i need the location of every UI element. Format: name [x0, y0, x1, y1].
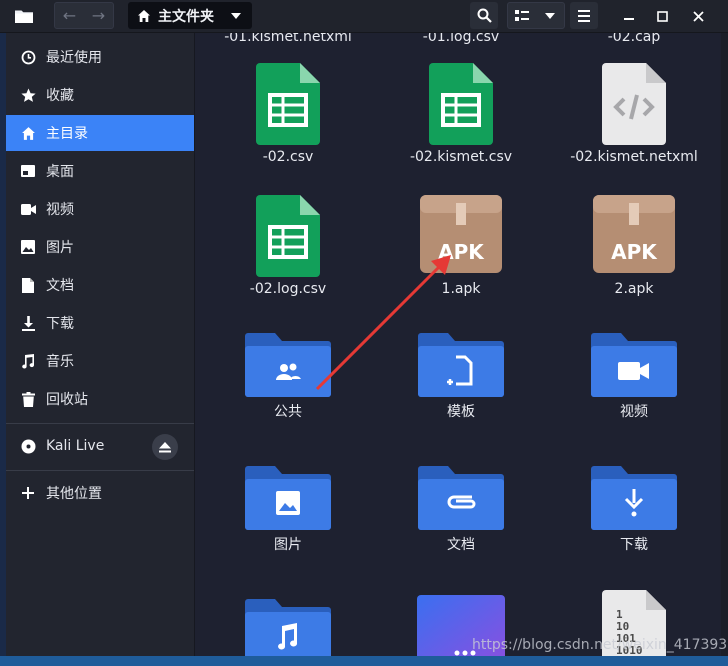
plus-icon: [20, 487, 36, 499]
sidebar-item-label: 文档: [46, 278, 74, 294]
star-icon: [20, 88, 36, 103]
clock-icon: [20, 50, 36, 65]
eject-icon[interactable]: [152, 434, 178, 460]
folder-icon[interactable]: [6, 2, 42, 29]
nav-group: ← →: [54, 2, 114, 29]
forward-arrow-icon[interactable]: →: [84, 3, 113, 28]
sidebar-item-starred[interactable]: 收藏: [6, 77, 194, 113]
annotation-arrow: [315, 255, 451, 391]
disc-icon: [20, 439, 36, 454]
chevron-down-icon[interactable]: [536, 3, 564, 28]
sidebar-item-other-locations[interactable]: 其他位置: [6, 475, 194, 511]
sidebar-item-label: 回收站: [46, 392, 88, 408]
list-view-icon[interactable]: [508, 3, 536, 28]
sidebar-item-label: 图片: [46, 240, 74, 256]
video-icon: [20, 203, 36, 215]
sidebar-item-documents[interactable]: 文档: [6, 267, 194, 303]
download-icon: [20, 315, 36, 331]
menu-button[interactable]: [570, 2, 598, 29]
view-options: [507, 2, 565, 29]
sidebar-item-label: 其他位置: [46, 486, 102, 502]
sidebar-item-label: 桌面: [46, 164, 74, 180]
file-grid: -01.kismet.netxml -01.log.csv -02.cap -0…: [195, 33, 721, 656]
path-button[interactable]: 主文件夹: [128, 2, 252, 29]
home-icon: [20, 126, 36, 141]
sidebar-item-trash[interactable]: 回收站: [6, 381, 194, 417]
home-icon: [138, 9, 150, 22]
sidebar-item-home[interactable]: 主目录: [6, 115, 194, 151]
path-label: 主文件夹: [158, 8, 214, 25]
image-icon: [20, 240, 36, 254]
sidebar-separator: [6, 470, 194, 471]
sidebar-item-label: 视频: [46, 202, 74, 218]
sidebar-item-recent[interactable]: 最近使用: [6, 39, 194, 75]
sidebar-item-pictures[interactable]: 图片: [6, 229, 194, 265]
maximize-icon[interactable]: [650, 4, 674, 28]
sidebar-item-label: 下载: [46, 316, 74, 332]
music-icon: [20, 353, 36, 369]
sidebar-item-downloads[interactable]: 下载: [6, 305, 194, 341]
sidebar-item-label: 收藏: [46, 88, 74, 104]
sidebar-separator: [6, 423, 194, 424]
scrollbar[interactable]: [721, 33, 728, 666]
sidebar-item-music[interactable]: 音乐: [6, 343, 194, 379]
menu-icon: [578, 9, 590, 22]
close-icon[interactable]: [686, 4, 710, 28]
header-bar: ← → 主文件夹: [0, 0, 728, 33]
search-button[interactable]: [470, 2, 498, 29]
sidebar-item-videos[interactable]: 视频: [6, 191, 194, 227]
back-arrow-icon[interactable]: ←: [55, 3, 84, 28]
sidebar-item-desktop[interactable]: 桌面: [6, 153, 194, 189]
search-icon: [477, 8, 492, 23]
minimize-icon[interactable]: [617, 4, 641, 28]
sidebar-item-label: 主目录: [46, 126, 88, 142]
document-icon: [20, 277, 36, 293]
taskbar-strip: [0, 656, 728, 666]
watermark-text: https://blog.csdn.net/weixin_41739364: [472, 637, 728, 653]
trash-icon: [20, 391, 36, 407]
sidebar-item-label: Kali Live: [46, 438, 105, 454]
sidebar-item-label: 最近使用: [46, 50, 102, 66]
desktop-icon: [20, 165, 36, 177]
chevron-down-icon: [231, 12, 241, 19]
sidebar-item-label: 音乐: [46, 354, 74, 370]
